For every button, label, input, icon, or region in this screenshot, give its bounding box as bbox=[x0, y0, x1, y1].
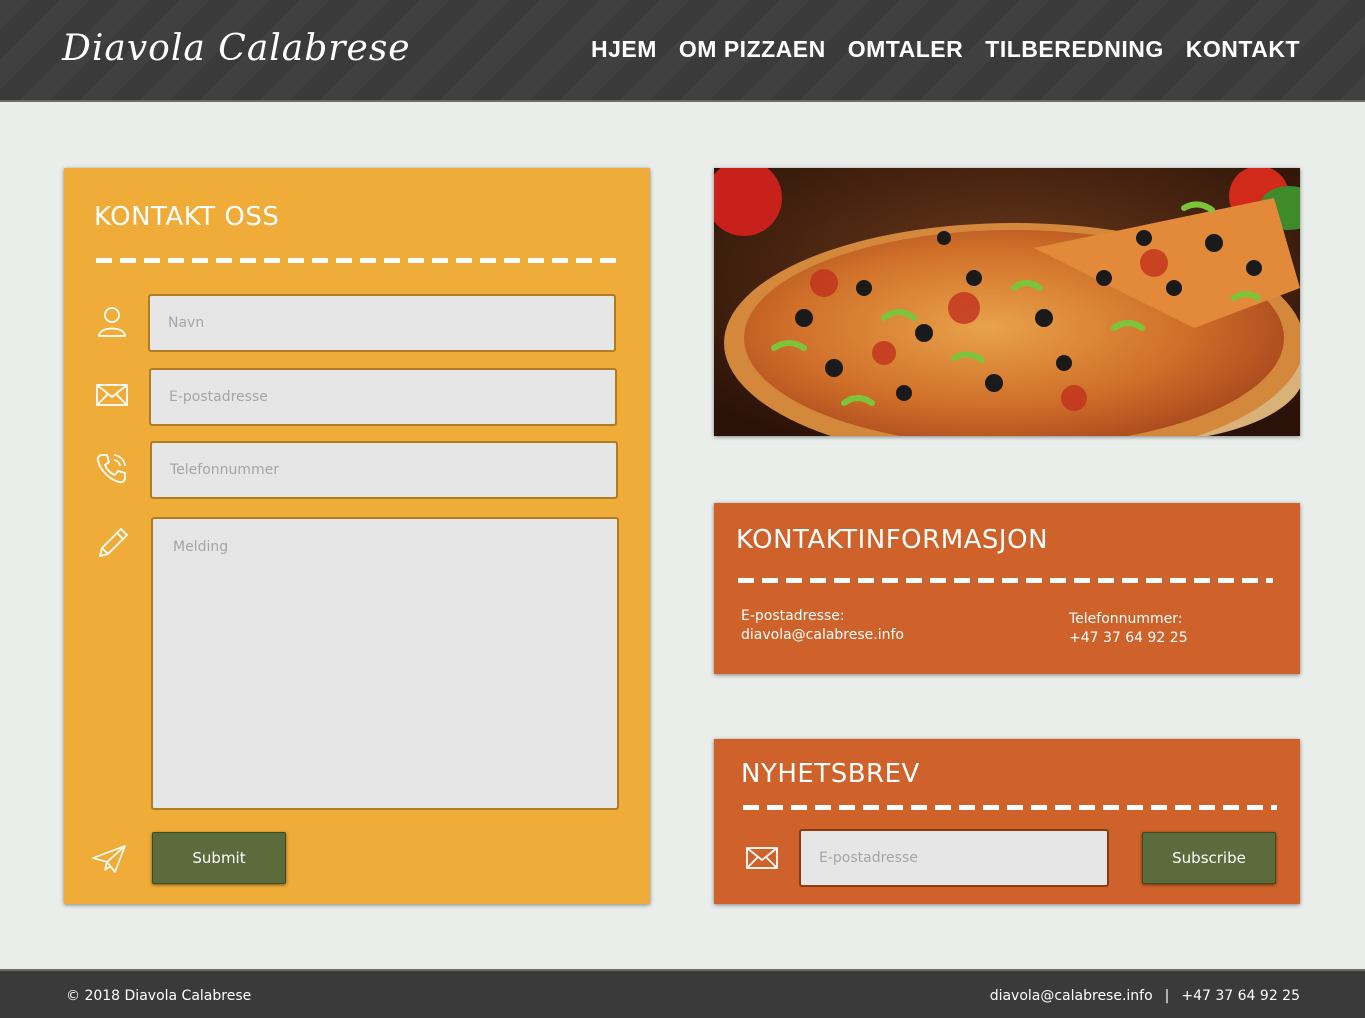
message-textarea[interactable] bbox=[151, 517, 619, 810]
phone-input[interactable] bbox=[150, 441, 618, 499]
contact-form-title: KONTAKT OSS bbox=[94, 202, 280, 232]
pizza-photo bbox=[714, 168, 1300, 436]
pencil-icon bbox=[99, 528, 128, 557]
email-input[interactable] bbox=[149, 368, 617, 426]
dashed-divider bbox=[738, 578, 1273, 583]
subscribe-button[interactable]: Subscribe bbox=[1142, 832, 1276, 884]
nav-om-pizzaen[interactable]: OM PIZZAEN bbox=[679, 36, 826, 63]
dashed-divider bbox=[96, 258, 616, 263]
phone-icon bbox=[96, 454, 126, 484]
email-value[interactable]: diavola@calabrese.info bbox=[741, 626, 904, 645]
footer-email[interactable]: diavola@calabrese.info bbox=[990, 988, 1153, 1004]
name-input[interactable] bbox=[148, 294, 616, 352]
site-header: Diavola Calabrese HJEM OM PIZZAEN OMTALE… bbox=[0, 0, 1365, 102]
footer-separator: | bbox=[1164, 988, 1170, 1004]
nav-kontakt[interactable]: KONTAKT bbox=[1186, 36, 1300, 63]
contact-info-title: KONTAKTINFORMASJON bbox=[736, 525, 1049, 555]
footer-contact: diavola@calabrese.info | +47 37 64 92 25 bbox=[990, 988, 1300, 1004]
phone-value[interactable]: +47 37 64 92 25 bbox=[1069, 629, 1188, 648]
main-nav: HJEM OM PIZZAEN OMTALER TILBEREDNING KON… bbox=[591, 36, 1300, 63]
newsletter-card: NYHETSBREV Subscribe bbox=[714, 739, 1300, 904]
newsletter-title: NYHETSBREV bbox=[741, 759, 920, 789]
contact-form-card: KONTAKT OSS Submit bbox=[64, 168, 650, 904]
site-footer: © 2018 Diavola Calabrese diavola@calabre… bbox=[0, 969, 1365, 1018]
nav-tilberedning[interactable]: TILBEREDNING bbox=[985, 36, 1164, 63]
nav-omtaler[interactable]: OMTALER bbox=[848, 36, 964, 63]
contact-info-card: KONTAKTINFORMASJON E-postadresse: diavol… bbox=[714, 503, 1300, 674]
site-logo[interactable]: Diavola Calabrese bbox=[62, 28, 411, 69]
email-label: E-postadresse: bbox=[741, 608, 845, 624]
user-icon bbox=[98, 307, 126, 337]
footer-phone[interactable]: +47 37 64 92 25 bbox=[1181, 988, 1300, 1004]
nav-hjem[interactable]: HJEM bbox=[591, 36, 657, 63]
envelope-icon bbox=[96, 384, 128, 406]
copyright-text: © 2018 Diavola Calabrese bbox=[66, 988, 252, 1004]
submit-button[interactable]: Submit bbox=[152, 832, 286, 884]
pizza-image bbox=[714, 168, 1300, 436]
newsletter-email-input[interactable] bbox=[799, 829, 1109, 887]
dashed-divider bbox=[743, 805, 1277, 810]
paper-plane-icon bbox=[92, 845, 126, 873]
phone-label: Telefonnummer: bbox=[1069, 611, 1183, 627]
envelope-icon bbox=[746, 847, 778, 869]
